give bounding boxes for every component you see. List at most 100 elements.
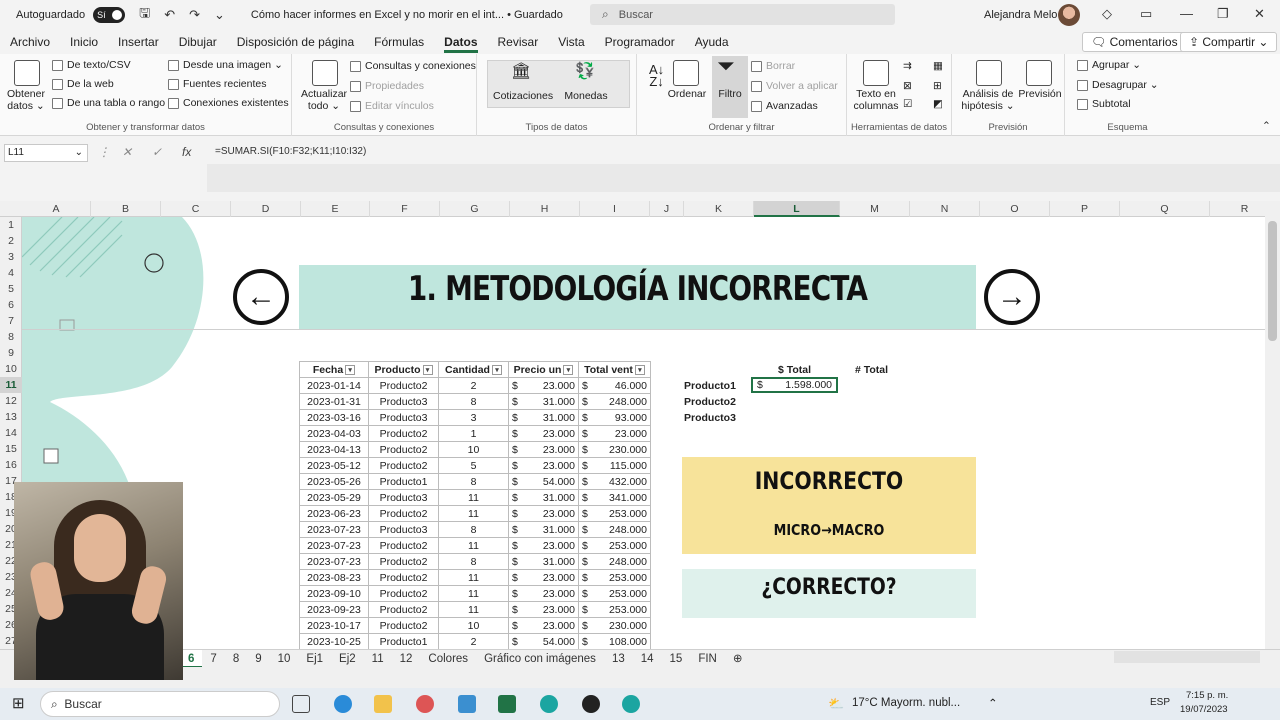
table-cell[interactable]: 11 — [438, 585, 509, 602]
table-row[interactable]: 2023-04-13 Producto2 10 $23.000 $230.000 — [299, 441, 651, 458]
previous-arrow-button[interactable]: ← — [233, 269, 289, 325]
table-cell[interactable]: $341.000 — [578, 489, 651, 506]
sheet-tab[interactable]: 12 — [392, 650, 421, 668]
table-cell[interactable]: $31.000 — [508, 409, 579, 426]
table-cell[interactable]: $23.000 — [578, 425, 651, 442]
table-row[interactable]: 2023-07-23 Producto2 8 $31.000 $248.000 — [299, 553, 651, 570]
tab-insertar[interactable]: Insertar — [108, 30, 169, 54]
redo-icon[interactable]: ↷ — [189, 7, 200, 23]
advanced-filter-button[interactable]: Avanzadas — [751, 100, 818, 112]
table-cell[interactable]: 2023-01-31 — [299, 393, 369, 410]
row-header[interactable]: 13 — [0, 409, 22, 425]
table-cell[interactable]: 2023-10-17 — [299, 617, 369, 634]
table-cell[interactable]: Producto2 — [368, 457, 439, 474]
summary-product-1[interactable]: Producto1 — [684, 380, 736, 392]
row-header[interactable]: 1 — [0, 217, 22, 233]
table-cell[interactable]: 2023-05-29 — [299, 489, 369, 506]
tab-archivo[interactable]: Archivo — [0, 30, 60, 54]
task-view-icon[interactable] — [292, 695, 310, 713]
from-image-button[interactable]: Desde una imagen ⌄ — [168, 59, 283, 71]
clear-filter-button[interactable]: Borrar — [751, 60, 795, 72]
enter-icon[interactable]: ✓ — [152, 145, 162, 159]
table-cell[interactable]: 2023-05-12 — [299, 457, 369, 474]
row-header[interactable]: 11 — [0, 377, 22, 393]
filter-dropdown-icon[interactable]: ▾ — [422, 364, 433, 375]
table-cell[interactable]: $248.000 — [578, 393, 651, 410]
properties-button[interactable]: Propiedades — [350, 80, 424, 92]
more-icon[interactable]: ⋮ — [98, 145, 110, 159]
table-cell[interactable]: 2 — [438, 377, 509, 394]
formula-input[interactable]: =SUMAR.SI(F10:F32;K11;I10:I32) — [215, 146, 366, 157]
table-cell[interactable]: 2023-07-23 — [299, 553, 369, 570]
table-row[interactable]: 2023-03-16 Producto3 3 $31.000 $93.000 — [299, 409, 651, 426]
column-header[interactable]: G — [440, 201, 510, 217]
add-sheet-icon[interactable]: ⊕ — [725, 650, 751, 668]
column-header[interactable]: C — [161, 201, 231, 217]
table-row[interactable]: 2023-10-25 Producto1 2 $54.000 $108.000 — [299, 633, 651, 649]
data-validation-icon[interactable]: ☑ — [903, 98, 912, 110]
filter-dropdown-icon[interactable]: ▾ — [491, 364, 502, 375]
table-cell[interactable]: $253.000 — [578, 585, 651, 602]
column-header[interactable]: J — [650, 201, 684, 217]
table-cell[interactable]: $31.000 — [508, 489, 579, 506]
table-cell[interactable]: 2 — [438, 633, 509, 649]
table-cell[interactable]: 11 — [438, 505, 509, 522]
row-header[interactable]: 10 — [0, 361, 22, 377]
horizontal-scrollbar[interactable] — [1114, 651, 1260, 663]
column-header[interactable]: A — [22, 201, 91, 217]
table-row[interactable]: 2023-04-03 Producto2 1 $23.000 $23.000 — [299, 425, 651, 442]
user-name[interactable]: Alejandra Melo — [984, 9, 1057, 21]
table-cell[interactable]: 2023-04-03 — [299, 425, 369, 442]
table-cell[interactable]: 2023-07-23 — [299, 537, 369, 554]
text-to-columns-button[interactable]: Texto en columnas — [853, 88, 899, 112]
table-cell[interactable]: 1 — [438, 425, 509, 442]
table-cell[interactable]: Producto2 — [368, 585, 439, 602]
relationships-icon[interactable]: ⊞ — [933, 80, 942, 92]
tab-disposici-n-de-p-gina[interactable]: Disposición de página — [227, 30, 364, 54]
tray-overflow-icon[interactable]: ⌃ — [988, 696, 998, 710]
tab-revisar[interactable]: Revisar — [488, 30, 549, 54]
ungroup-button[interactable]: Desagrupar ⌄ — [1077, 79, 1159, 91]
close-icon[interactable]: ✕ — [1254, 6, 1265, 22]
table-row[interactable]: 2023-09-10 Producto2 11 $23.000 $253.000 — [299, 585, 651, 602]
consolidate-icon[interactable]: ▦ — [933, 60, 943, 72]
column-header[interactable]: F — [370, 201, 440, 217]
sort-az-icon[interactable]: A↓ Z↓ — [649, 63, 664, 88]
app-icon[interactable] — [458, 695, 476, 713]
column-header[interactable]: K — [684, 201, 754, 217]
row-header[interactable]: 7 — [0, 313, 22, 329]
select-all-corner[interactable] — [0, 201, 22, 217]
table-cell[interactable]: $230.000 — [578, 441, 651, 458]
column-header[interactable]: D — [231, 201, 301, 217]
table-cell[interactable]: $23.000 — [508, 377, 579, 394]
existing-connections-button[interactable]: Conexiones existentes — [168, 97, 289, 109]
edit-links-button[interactable]: Editar vínculos — [350, 100, 434, 112]
sheet-tab[interactable]: Ej1 — [298, 650, 331, 668]
tab-f-rmulas[interactable]: Fórmulas — [364, 30, 434, 54]
sheet-tab[interactable]: 9 — [247, 650, 269, 668]
tab-ayuda[interactable]: Ayuda — [685, 30, 739, 54]
sheet-tab[interactable]: 11 — [364, 650, 392, 668]
table-cell[interactable]: 8 — [438, 393, 509, 410]
subtotal-button[interactable]: Subtotal — [1077, 98, 1131, 110]
table-row[interactable]: 2023-05-26 Producto1 8 $54.000 $432.000 — [299, 473, 651, 490]
column-header[interactable]: N — [910, 201, 980, 217]
table-cell[interactable]: $115.000 — [578, 457, 651, 474]
search-input[interactable]: ⌕ Buscar — [590, 4, 895, 25]
edge-icon[interactable] — [540, 695, 558, 713]
table-cell[interactable]: $230.000 — [578, 617, 651, 634]
comments-button[interactable]: 🗨 Comentarios — [1082, 32, 1187, 52]
flash-fill-icon[interactable]: ⇉ — [903, 60, 912, 72]
table-cell[interactable]: $23.000 — [508, 585, 579, 602]
share-button[interactable]: ⇪ Compartir ⌄ — [1180, 32, 1278, 52]
table-cell[interactable]: 2023-01-14 — [299, 377, 369, 394]
reapply-button[interactable]: Volver a aplicar — [751, 80, 838, 92]
header-precio[interactable]: Precio un ▾ — [508, 361, 579, 378]
table-cell[interactable]: $54.000 — [508, 633, 579, 649]
row-header[interactable]: 6 — [0, 297, 22, 313]
table-cell[interactable]: Producto3 — [368, 489, 439, 506]
row-header[interactable]: 15 — [0, 441, 22, 457]
table-cell[interactable]: $23.000 — [508, 441, 579, 458]
table-cell[interactable]: 11 — [438, 569, 509, 586]
table-cell[interactable]: $253.000 — [578, 569, 651, 586]
